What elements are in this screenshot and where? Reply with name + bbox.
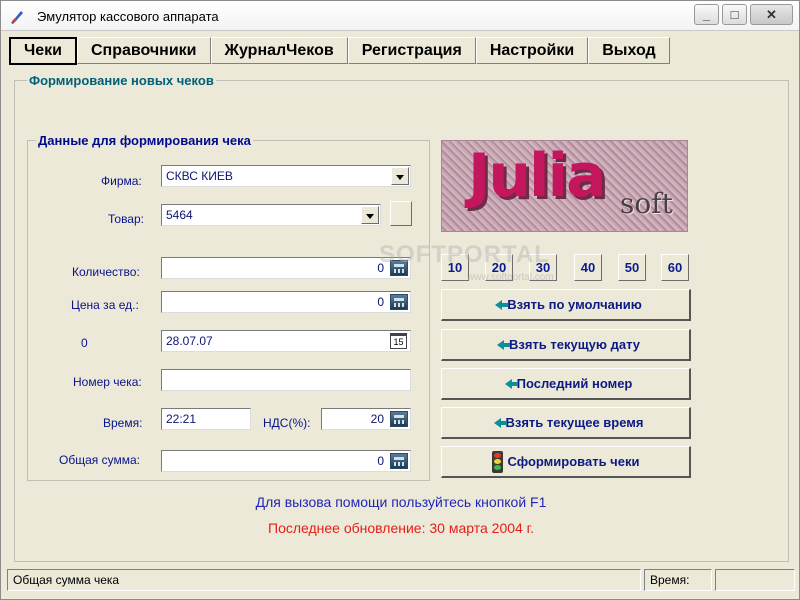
- menu-tab-directories[interactable]: Справочники: [76, 37, 211, 64]
- minimize-button[interactable]: _: [694, 4, 719, 25]
- arrow-left-icon: [493, 417, 507, 428]
- last-number-label: Последний номер: [516, 376, 633, 391]
- preset-50-button[interactable]: 50: [618, 254, 646, 281]
- last-number-button[interactable]: Последний номер: [441, 368, 691, 400]
- menu-tab-settings[interactable]: Настройки: [475, 37, 589, 64]
- help-hint: Для вызова помощи пользуйтесь кнопкой F1: [255, 494, 547, 510]
- arrow-left-icon: [504, 378, 518, 389]
- generate-checks-button[interactable]: Сформировать чеки: [441, 446, 691, 478]
- vat-label: НДС(%):: [263, 416, 311, 430]
- product-extra-button[interactable]: [390, 201, 412, 226]
- last-update-text: Последнее обновление: 30 марта 2004 г.: [268, 520, 534, 536]
- status-time-value: [715, 569, 795, 591]
- take-current-date-label: Взять текущую дату: [508, 337, 641, 352]
- title-bar[interactable]: Эмулятор кассового аппарата _ □ ✕: [1, 1, 799, 31]
- maximize-icon: □: [730, 7, 739, 22]
- menu-tab-journal[interactable]: ЖурналЧеков: [210, 37, 348, 64]
- calendar-icon[interactable]: 15: [390, 333, 407, 349]
- vat-field[interactable]: 20: [321, 408, 411, 430]
- menu-tab-exit[interactable]: Выход: [588, 37, 670, 64]
- close-icon: ✕: [766, 7, 777, 22]
- chevron-down-icon[interactable]: [391, 167, 409, 185]
- calculator-icon[interactable]: [390, 294, 408, 310]
- maximize-button[interactable]: □: [722, 4, 747, 25]
- watermark-url: www.softportal.com: [467, 272, 554, 283]
- price-field[interactable]: 0: [161, 291, 411, 313]
- arrow-left-icon: [496, 339, 510, 350]
- total-field[interactable]: 0: [161, 450, 411, 472]
- quantity-field[interactable]: 0: [161, 257, 411, 279]
- total-value: 0: [377, 454, 384, 468]
- arrow-left-icon: [495, 299, 509, 310]
- minimize-icon: _: [702, 7, 711, 22]
- check-data-group-title: Данные для формирования чека: [36, 133, 253, 148]
- traffic-light-icon: [491, 450, 503, 473]
- menu-tab-registration[interactable]: Регистрация: [347, 37, 476, 64]
- take-default-button[interactable]: Взять по умолчанию: [441, 289, 691, 321]
- product-label: Товар:: [108, 212, 144, 226]
- firm-label: Фирма:: [101, 174, 142, 188]
- receipt-number-label: Номер чека:: [73, 375, 142, 389]
- status-message: Общая сумма чека: [7, 569, 641, 591]
- take-current-time-label: Взять текущее время: [505, 415, 644, 430]
- total-label: Общая сумма:: [59, 453, 140, 467]
- price-value: 0: [377, 295, 384, 309]
- time-field[interactable]: 22:21: [161, 408, 251, 430]
- vat-value: 20: [370, 412, 384, 426]
- status-time-label: Время:: [644, 569, 712, 591]
- date-value: 28.07.07: [166, 334, 213, 348]
- date-label: 0: [81, 336, 88, 350]
- window-title: Эмулятор кассового аппарата: [37, 9, 219, 24]
- product-select[interactable]: 5464: [161, 204, 381, 226]
- chevron-down-icon[interactable]: [361, 206, 379, 224]
- app-icon: [11, 11, 23, 24]
- logo-main-text: Julia: [468, 141, 607, 211]
- close-button[interactable]: ✕: [750, 4, 793, 25]
- take-current-date-button[interactable]: Взять текущую дату: [441, 329, 691, 361]
- firm-value: СКВС КИЕВ: [166, 169, 233, 183]
- juliasoft-logo: Julia soft: [441, 140, 688, 232]
- receipt-number-field[interactable]: [161, 369, 411, 391]
- price-label: Цена за ед.:: [71, 298, 139, 312]
- take-default-label: Взять по умолчанию: [507, 297, 642, 312]
- take-current-time-button[interactable]: Взять текущее время: [441, 407, 691, 439]
- menu-bar: Чеки Справочники ЖурналЧеков Регистрация…: [9, 37, 670, 65]
- date-field[interactable]: 28.07.07 15: [161, 330, 411, 352]
- new-checks-group-title: Формирование новых чеков: [27, 73, 216, 88]
- quantity-label: Количество:: [72, 265, 140, 279]
- app-window: Эмулятор кассового аппарата _ □ ✕ Чеки С…: [0, 0, 800, 600]
- menu-tab-checks[interactable]: Чеки: [9, 37, 77, 65]
- calculator-icon[interactable]: [390, 453, 408, 469]
- watermark-text: SOFTPORTAL: [379, 241, 550, 268]
- calculator-icon[interactable]: [390, 411, 408, 427]
- status-bar: Общая сумма чека Время:: [5, 569, 797, 591]
- product-value: 5464: [166, 208, 193, 222]
- firm-select[interactable]: СКВС КИЕВ: [161, 165, 411, 187]
- preset-60-button[interactable]: 60: [661, 254, 689, 281]
- preset-40-button[interactable]: 40: [574, 254, 602, 281]
- generate-checks-label: Сформировать чеки: [507, 454, 640, 469]
- time-value: 22:21: [166, 412, 197, 426]
- logo-sub-text: soft: [620, 187, 673, 220]
- time-label: Время:: [103, 416, 143, 430]
